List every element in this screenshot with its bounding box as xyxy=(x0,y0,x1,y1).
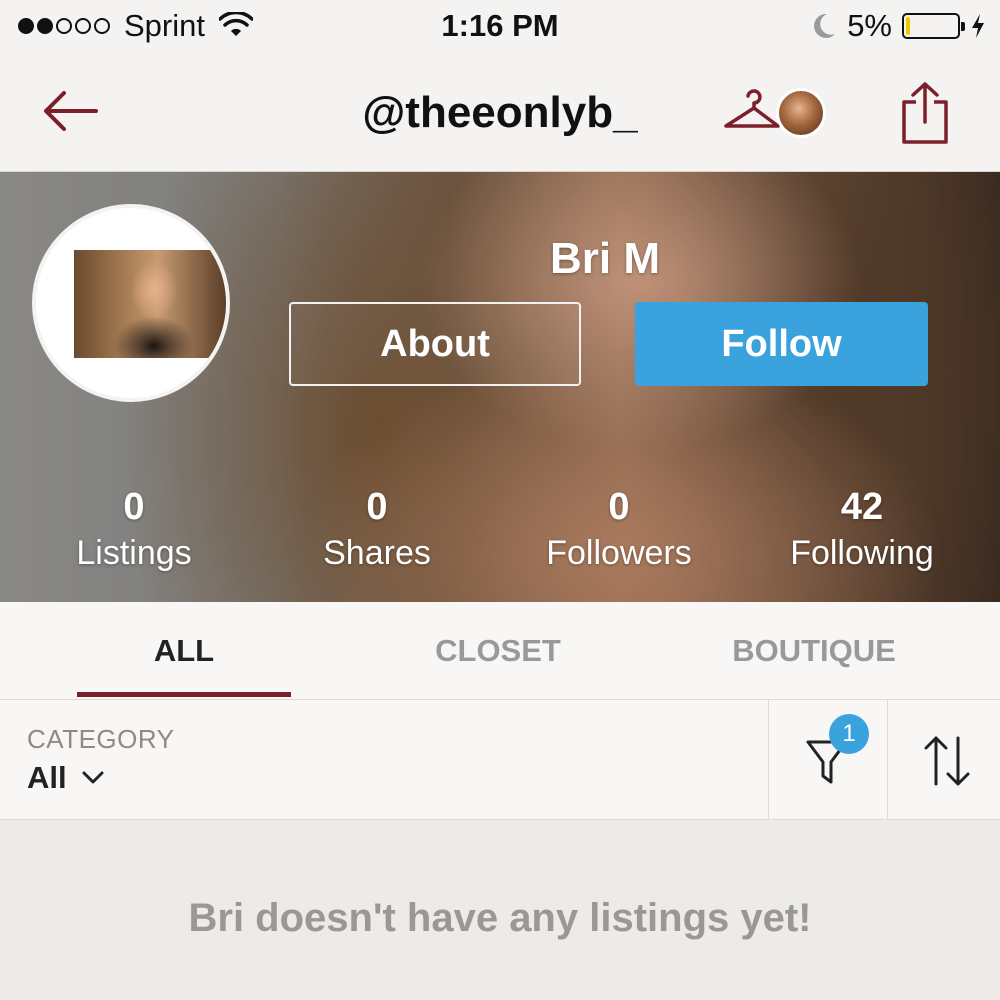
stat-listings[interactable]: 0 Listings xyxy=(14,484,254,576)
stat-value: 0 xyxy=(123,486,145,528)
battery-icon xyxy=(902,13,965,39)
stat-followers[interactable]: 0 Followers xyxy=(499,484,739,576)
moon-icon xyxy=(814,13,836,38)
stat-following[interactable]: 42 Following xyxy=(742,484,982,576)
stat-value: 0 xyxy=(608,486,630,528)
stat-shares[interactable]: 0 Shares xyxy=(257,484,497,576)
tab-all[interactable]: ALL xyxy=(77,602,291,700)
battery-level xyxy=(906,17,910,35)
category-value: All xyxy=(27,760,67,795)
page-title: @theeonlyb_ xyxy=(362,88,638,137)
profile-cover: Bri M About Follow 0 Listings 0 Shares 0… xyxy=(0,172,1000,602)
filter-row: CATEGORY All 1 xyxy=(0,700,1000,820)
charging-bolt-icon xyxy=(972,14,984,38)
tab-boutique[interactable]: BOUTIQUE xyxy=(700,602,928,700)
back-arrow-icon[interactable] xyxy=(40,86,100,136)
status-bar: Sprint 1:16 PM 5% xyxy=(0,0,1000,56)
follow-button[interactable]: Follow xyxy=(635,302,928,386)
sort-button[interactable] xyxy=(888,700,1000,820)
filter-button[interactable]: 1 xyxy=(769,700,887,820)
filter-count-badge: 1 xyxy=(829,714,869,754)
battery-percent: 5% xyxy=(847,8,892,43)
category-dropdown[interactable]: All xyxy=(27,760,105,796)
sort-arrows-icon xyxy=(924,736,970,786)
closet-tabs: ALL CLOSET BOUTIQUE xyxy=(0,602,1000,700)
profile-photo-image xyxy=(74,250,226,358)
stat-label: Followers xyxy=(546,534,692,572)
stat-value: 42 xyxy=(840,486,884,528)
nav-bar: @theeonlyb_ xyxy=(0,56,1000,172)
profile-photo[interactable] xyxy=(32,204,230,402)
stat-label: Following xyxy=(790,534,934,572)
category-label: CATEGORY xyxy=(27,724,175,754)
stat-value: 0 xyxy=(366,486,388,528)
active-tab-indicator xyxy=(77,692,291,697)
hanger-icon[interactable] xyxy=(722,86,782,136)
stat-label: Listings xyxy=(76,534,192,572)
share-icon[interactable] xyxy=(896,80,954,146)
empty-listings-message: Bri doesn't have any listings yet! xyxy=(188,896,812,940)
tab-closet[interactable]: CLOSET xyxy=(388,602,608,700)
user-avatar[interactable] xyxy=(776,88,826,138)
status-right: 5% xyxy=(811,8,986,44)
about-button[interactable]: About xyxy=(289,302,581,386)
chevron-down-icon xyxy=(82,771,104,784)
display-name: Bri M xyxy=(550,234,660,283)
stat-label: Shares xyxy=(323,534,431,572)
